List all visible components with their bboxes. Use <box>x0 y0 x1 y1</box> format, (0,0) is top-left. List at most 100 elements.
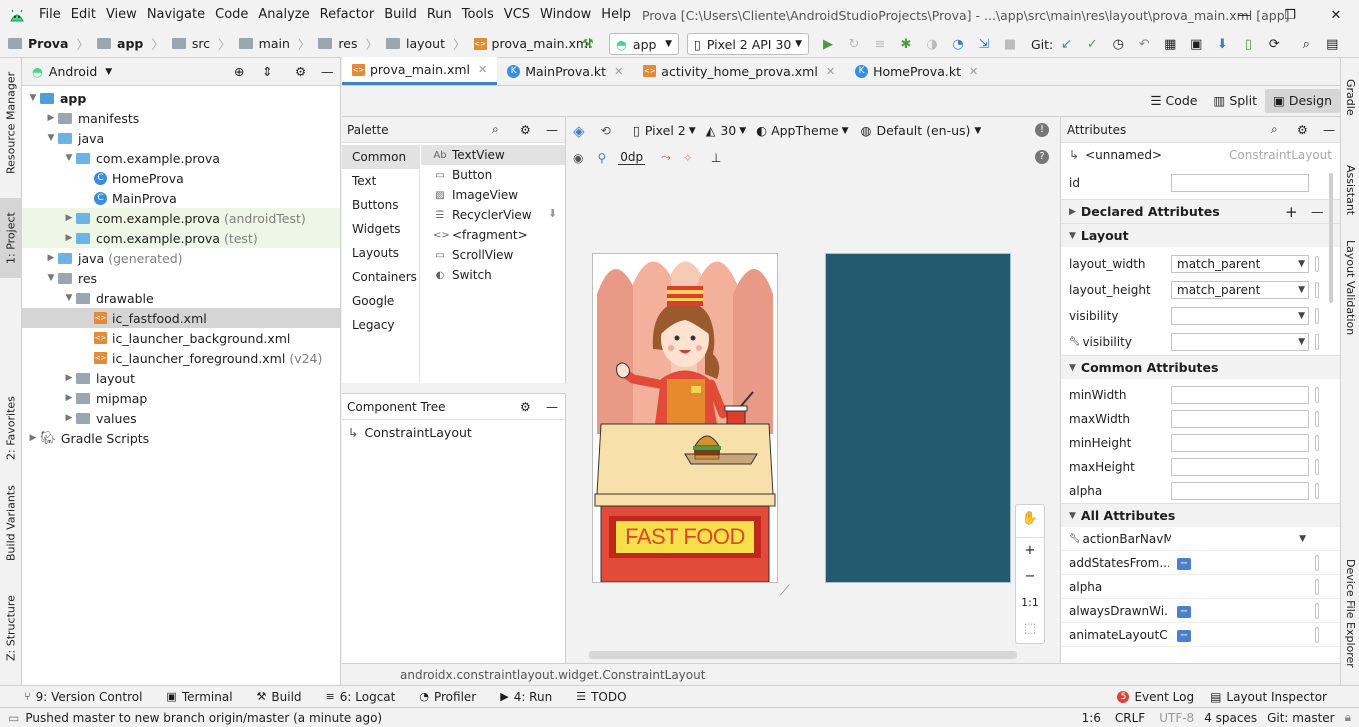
tab-homeprova-kt[interactable]: K HomeProva.kt ✕ <box>845 57 988 85</box>
close-icon[interactable]: ✕ <box>478 63 487 76</box>
attr-value-field[interactable]: match_parent ▼ <box>1171 281 1309 299</box>
apply-code-changes-icon[interactable]: ≡ <box>869 33 891 55</box>
attr-value-field[interactable] <box>1171 482 1309 500</box>
chevron-right-icon[interactable]: ▶ <box>62 373 76 383</box>
tree-item[interactable]: C MainProva <box>22 188 340 208</box>
chevron-right-icon[interactable]: ▶ <box>44 113 58 123</box>
git-rollback-icon[interactable]: ↶ <box>1133 33 1155 55</box>
palette-item[interactable]: <> <fragment> <box>421 225 565 245</box>
menu-tools[interactable]: Tools <box>457 0 499 30</box>
gradle-sync-icon[interactable]: ⟳ <box>1263 33 1285 55</box>
blueprint-preview[interactable] <box>825 253 1011 583</box>
palette-item[interactable]: ▭ Button <box>421 165 565 185</box>
tab-activity-home-prova-xml[interactable]: <> activity_home_prova.xml ✕ <box>633 57 845 85</box>
tab-prova-main-xml[interactable]: <> prova_main.xml ✕ <box>342 57 498 85</box>
menu-window[interactable]: Window <box>535 0 596 30</box>
breadcrumb-item[interactable]: <> prova_main.xml <box>473 36 592 51</box>
tree-item[interactable]: ▶ com.example.prova (androidTest) <box>22 208 340 228</box>
hide-icon[interactable]: — <box>1323 123 1335 137</box>
tree-item[interactable]: ▶ java (generated) <box>22 248 340 268</box>
zoom-fit-icon[interactable]: ⬚ <box>1016 615 1044 641</box>
status-toggle-icon[interactable]: ▭ <box>8 711 19 725</box>
close-icon[interactable]: ✕ <box>969 65 978 78</box>
chevron-right-icon[interactable]: ▶ <box>62 413 76 423</box>
download-icon[interactable]: ⬇ <box>548 207 557 220</box>
gear-icon[interactable]: ⚙ <box>520 123 531 137</box>
tree-item[interactable]: ▼ drawable <box>22 288 340 308</box>
attr-ref-button[interactable] <box>1315 602 1319 619</box>
attr-ref-button[interactable] <box>1315 554 1319 571</box>
attr-ref-button[interactable] <box>1315 483 1319 499</box>
sdk-manager-icon[interactable]: ⬇ <box>1211 33 1233 55</box>
search-icon[interactable]: ⌕ <box>492 122 499 137</box>
attr-ref-button[interactable] <box>1315 435 1319 451</box>
indent-setting[interactable]: 4 spaces <box>1204 711 1257 725</box>
attr-value-field[interactable]: ▼ <box>1171 307 1309 325</box>
attr-ref-button[interactable] <box>1315 626 1319 643</box>
gear-icon[interactable]: ⚙ <box>1297 123 1308 137</box>
palette-category-buttons[interactable]: Buttons <box>342 193 419 217</box>
menu-build[interactable]: Build <box>379 0 422 30</box>
attributes-scrollbar[interactable] <box>1329 173 1333 303</box>
layers-icon[interactable]: ◈ <box>573 122 585 140</box>
layout-section[interactable]: ▼ Layout <box>1061 223 1340 247</box>
id-field[interactable] <box>1171 174 1309 192</box>
zoom-out-icon[interactable]: − <box>1016 563 1044 589</box>
git-update-icon[interactable]: ↙ <box>1055 33 1077 55</box>
menu-file[interactable]: File <box>34 0 66 30</box>
zoom-actual-size-button[interactable]: 1:1 <box>1016 589 1044 615</box>
common-attributes-section[interactable]: ▼ Common Attributes <box>1061 355 1340 379</box>
chevron-right-icon[interactable]: ▶ <box>62 233 76 243</box>
caret-position[interactable]: 1:6 <box>1082 711 1101 725</box>
tab-gradle[interactable]: Gradle <box>1341 70 1359 125</box>
palette-item[interactable]: ☰ RecyclerView <box>421 205 565 225</box>
minimize-icon[interactable]: — <box>1221 0 1267 30</box>
hide-icon[interactable]: — <box>321 64 334 79</box>
attr-ref-button[interactable] <box>1315 578 1319 595</box>
palette-category-google[interactable]: Google <box>342 289 419 313</box>
menu-view[interactable]: View <box>101 0 142 30</box>
palette-category-layouts[interactable]: Layouts <box>342 241 419 265</box>
menu-help[interactable]: Help <box>596 0 636 30</box>
gear-icon[interactable]: ⚙ <box>520 400 531 414</box>
attr-ref-button[interactable] <box>1315 256 1319 272</box>
breadcrumb-item[interactable]: Prova 〉 <box>8 34 89 53</box>
tree-item[interactable]: <> ic_launcher_foreground.xml (v24) <box>22 348 340 368</box>
attr-value-field[interactable]: ▼ <box>1171 529 1309 548</box>
tool-profiler-button[interactable]: ◔ Profiler <box>419 690 476 704</box>
default-margin[interactable]: 0dp <box>618 150 646 165</box>
chevron-down-icon[interactable]: ▼ <box>1299 534 1306 544</box>
tool-logcat-button[interactable]: ≡ 6: Logcat <box>326 690 396 704</box>
stop-icon[interactable]: ■ <box>999 33 1021 55</box>
tab-mainprova-kt[interactable]: K MainProva.kt ✕ <box>497 57 633 85</box>
tree-item[interactable]: ▶ 🐘︎ Gradle Scripts <box>22 428 340 448</box>
warning-icon[interactable]: ! <box>1035 123 1049 137</box>
layout-inspector-button[interactable]: Layout Inspector <box>1226 690 1327 704</box>
attr-value-field[interactable] <box>1171 386 1309 404</box>
search-icon[interactable]: ⌕ <box>1295 33 1317 55</box>
attr-value-field[interactable] <box>1171 410 1309 428</box>
coverage-icon[interactable]: ◑ <box>921 33 943 55</box>
pan-icon[interactable]: ✋ <box>1016 505 1044 531</box>
debug-icon[interactable]: ✱ <box>895 33 917 55</box>
git-history-icon[interactable]: ◷ <box>1107 33 1129 55</box>
device-dropdown[interactable]: ▯ Pixel 2 API 30 ▼ <box>687 33 809 55</box>
run-config-dropdown[interactable]: ◓ app ▼ <box>609 33 679 55</box>
tool-build-button[interactable]: ⚒ Build <box>257 690 302 704</box>
close-icon[interactable]: ✕ <box>826 65 835 78</box>
remove-icon[interactable]: — <box>1311 204 1324 219</box>
avd-manager-icon[interactable]: ▣ <box>1185 33 1207 55</box>
chevron-down-icon[interactable]: ▼ <box>1298 285 1305 295</box>
chevron-down-icon[interactable]: ▼ <box>62 153 76 163</box>
menu-edit[interactable]: Edit <box>66 0 101 30</box>
tree-item[interactable]: ▶ layout <box>22 368 340 388</box>
flag-toggle[interactable]: − <box>1177 555 1191 570</box>
add-icon[interactable]: + <box>1285 203 1298 221</box>
search-icon[interactable]: ⌕ <box>1271 122 1278 137</box>
api-selector[interactable]: 30 <box>720 123 736 138</box>
tree-item[interactable]: ▶ com.example.prova (test) <box>22 228 340 248</box>
collapse-icon[interactable]: ⇕ <box>262 64 272 79</box>
chevron-right-icon[interactable]: ▶ <box>26 433 40 443</box>
horizontal-scrollbar[interactable] <box>589 651 1017 659</box>
attr-ref-button[interactable] <box>1315 387 1319 403</box>
